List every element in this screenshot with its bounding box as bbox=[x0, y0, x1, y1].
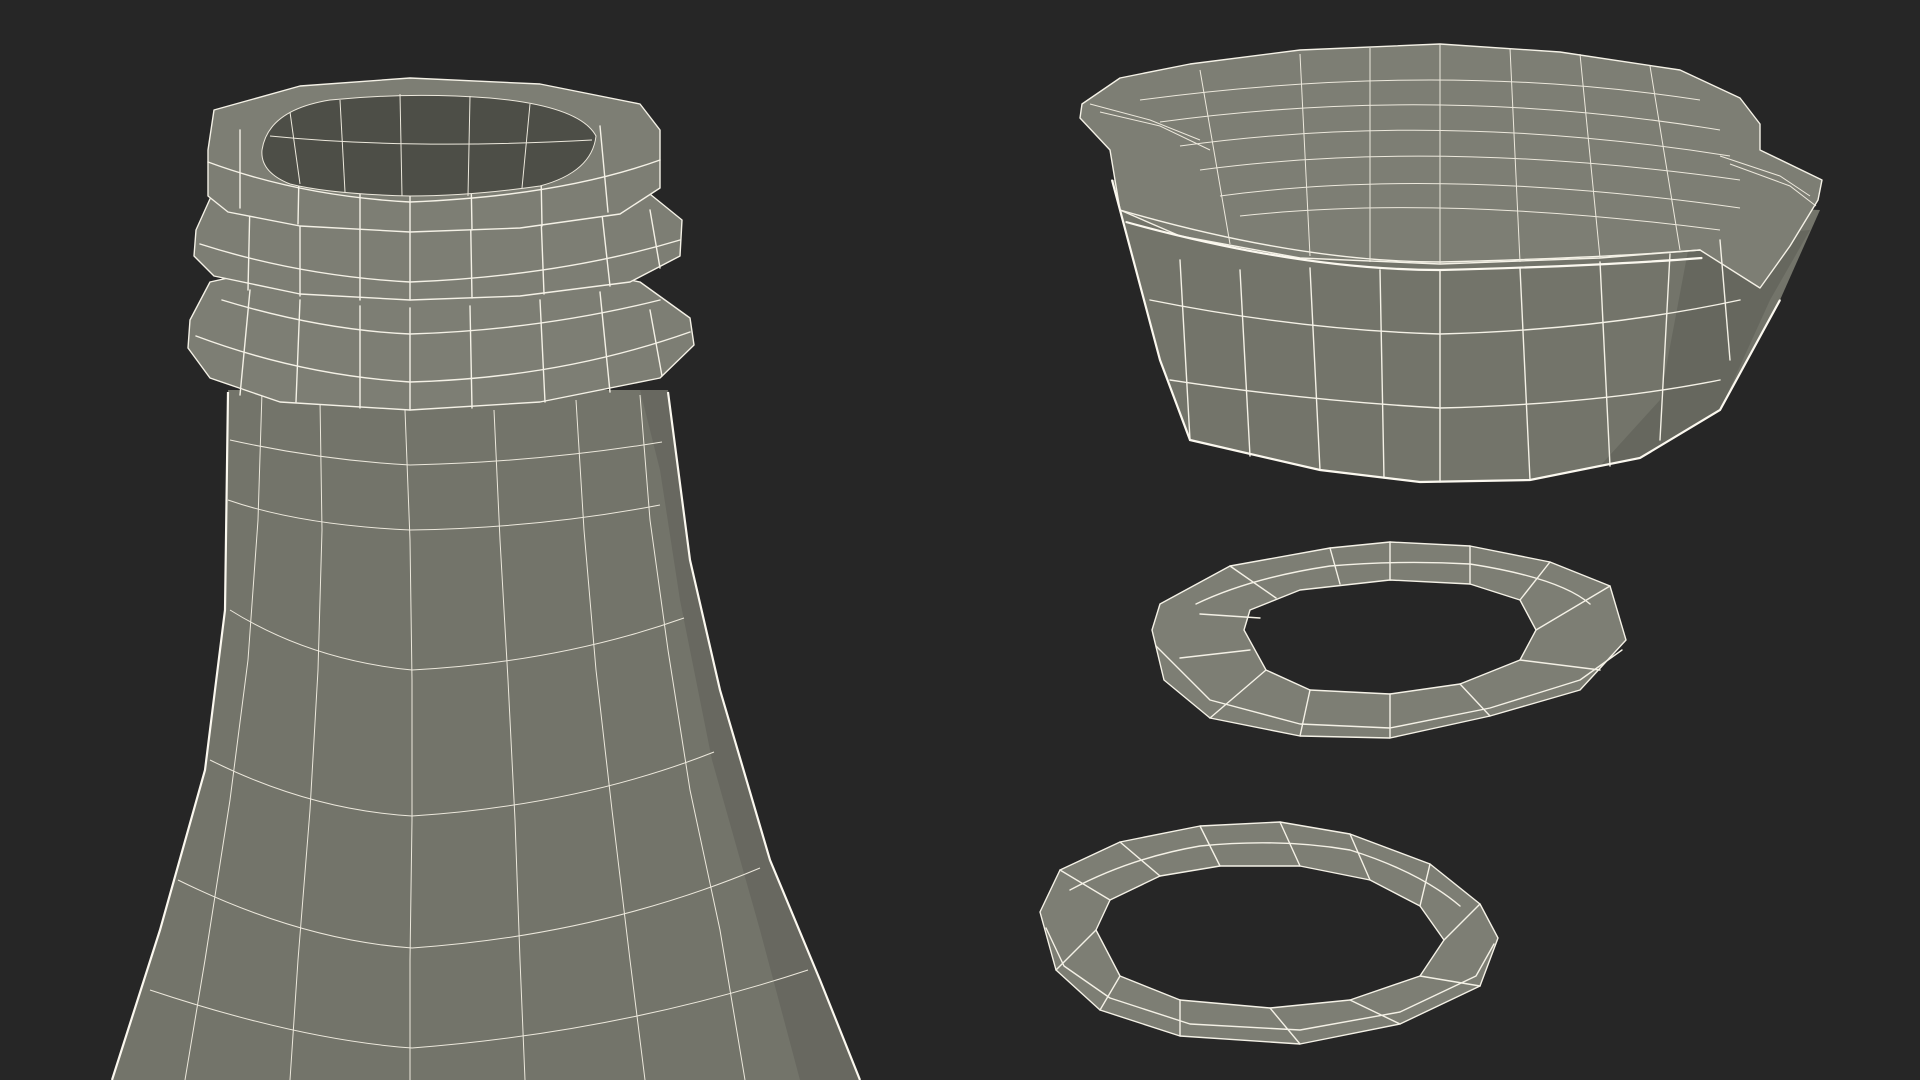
render-viewport bbox=[110, 43, 1823, 1080]
gasket-ring-lower bbox=[1039, 821, 1499, 1045]
gasket-ring-upper bbox=[1151, 541, 1627, 739]
bottle-cap bbox=[1079, 43, 1823, 484]
bottle-neck bbox=[110, 77, 862, 1080]
